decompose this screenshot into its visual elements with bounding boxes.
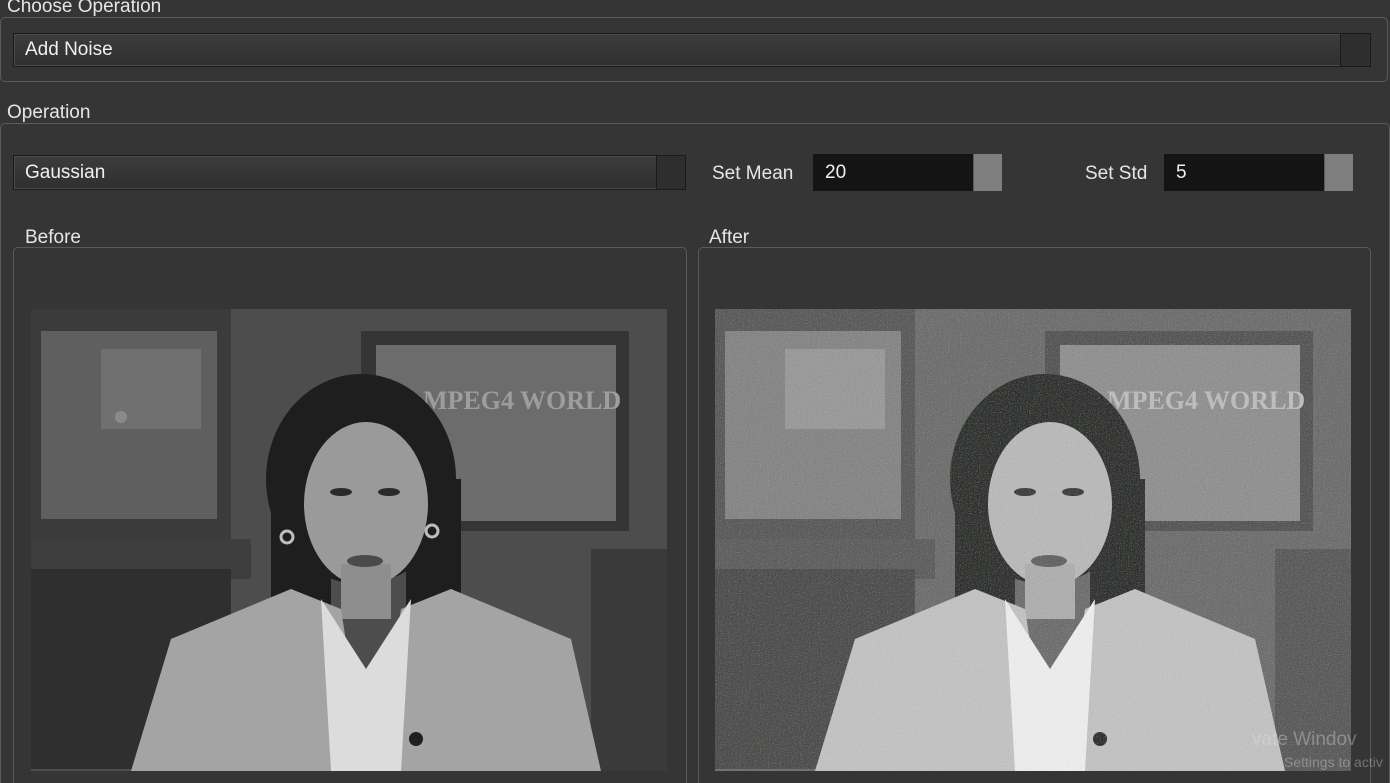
- operation-group-title: Operation: [7, 102, 91, 123]
- mean-value: 20: [825, 161, 847, 183]
- operation-select-value: Add Noise: [25, 39, 113, 60]
- app-window: Choose Operation Add Noise Operation Gau…: [0, 0, 1390, 783]
- noise-type-value: Gaussian: [25, 161, 106, 183]
- spin-arrows-icon[interactable]: [973, 154, 1002, 191]
- noise-type-select[interactable]: Gaussian: [13, 155, 686, 190]
- activation-watermark-line2: Settings to activ: [1284, 754, 1383, 770]
- before-image-caption: MPEG4 WORLD: [423, 386, 621, 415]
- choose-operation-title: Choose Operation: [7, 0, 162, 17]
- mean-spinbox[interactable]: 20: [813, 154, 1002, 191]
- chevron-down-icon[interactable]: [656, 156, 685, 189]
- set-std-label: Set Std: [1085, 163, 1148, 184]
- after-image-caption: MPEG4 WORLD: [1107, 386, 1305, 415]
- operation-select[interactable]: Add Noise: [13, 33, 1371, 67]
- after-image: MPEG4 WORLD: [715, 309, 1351, 771]
- chevron-down-icon[interactable]: [1340, 34, 1370, 66]
- set-mean-label: Set Mean: [712, 163, 794, 184]
- activation-watermark-line1: vate Windov: [1252, 729, 1357, 750]
- std-value: 5: [1176, 161, 1187, 183]
- spin-arrows-icon[interactable]: [1324, 154, 1353, 191]
- after-title: After: [709, 227, 750, 248]
- before-title: Before: [25, 227, 81, 248]
- std-spinbox[interactable]: 5: [1164, 154, 1353, 191]
- before-image: MPEG4 WORLD: [31, 309, 667, 771]
